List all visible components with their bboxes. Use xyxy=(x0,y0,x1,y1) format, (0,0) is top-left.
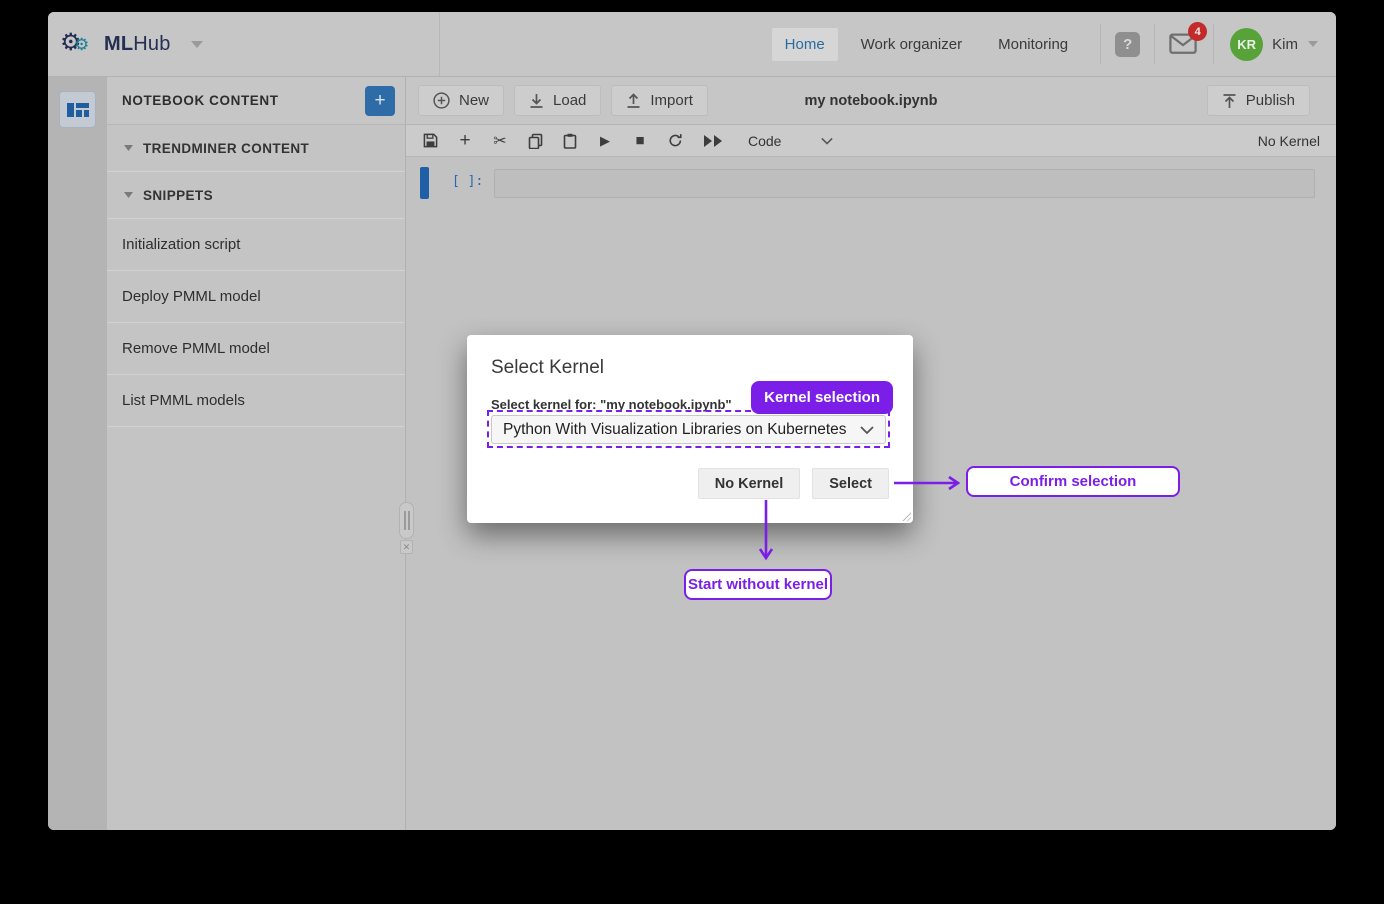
user-avatar[interactable]: KR xyxy=(1230,27,1264,61)
selected-cell-indicator xyxy=(420,167,429,199)
user-name: Kim xyxy=(1272,35,1298,53)
stop-icon[interactable]: ■ xyxy=(631,132,649,150)
import-label: Import xyxy=(650,92,693,109)
kernel-selection-annotation-badge: Kernel selection xyxy=(751,381,893,414)
tab-monitoring[interactable]: Monitoring xyxy=(985,28,1081,61)
mlhub-logo-icon: ⚙ ⚙ xyxy=(60,29,90,56)
notification-count-badge: 4 xyxy=(1188,22,1208,41)
copy-icon[interactable] xyxy=(526,132,544,150)
new-notebook-button[interactable]: New xyxy=(418,85,505,116)
splitter-close-icon[interactable]: ✕ xyxy=(400,540,413,554)
cell-type-value: Code xyxy=(748,132,782,149)
layout-grid-icon xyxy=(66,102,89,117)
import-notebook-button[interactable]: Import xyxy=(611,85,708,116)
cut-icon[interactable]: ✂ xyxy=(491,132,509,150)
section-label: SNIPPETS xyxy=(143,187,213,203)
new-label: New xyxy=(459,92,490,109)
divider xyxy=(1213,24,1215,64)
snippet-initialization-script[interactable]: Initialization script xyxy=(107,219,405,271)
cell-toolbar: + ✂ ▶ ■ Code No Kernel xyxy=(406,125,1336,157)
sidebar-notebook-content: NOTEBOOK CONTENT + TRENDMINER CONTENT SN… xyxy=(107,77,406,830)
restart-kernel-icon[interactable] xyxy=(666,132,684,150)
run-icon[interactable]: ▶ xyxy=(596,132,614,150)
dialog-buttons: No Kernel Select xyxy=(697,468,889,499)
select-kernel-dialog: Select Kernel Select kernel for: "my not… xyxy=(467,335,913,523)
kernel-status: No Kernel xyxy=(1257,132,1320,149)
notebook-filename: my notebook.ipynb xyxy=(804,92,938,109)
chevron-down-icon xyxy=(124,145,133,151)
sidebar-splitter[interactable]: ✕ xyxy=(399,502,414,554)
top-bar: ⚙ ⚙ MLHub Home Work organizer Monitoring … xyxy=(48,12,1336,77)
tab-work-organizer[interactable]: Work organizer xyxy=(848,28,975,61)
no-kernel-button[interactable]: No Kernel xyxy=(697,468,801,499)
snippet-deploy-pmml-model[interactable]: Deploy PMML model xyxy=(107,271,405,323)
load-notebook-button[interactable]: Load xyxy=(514,85,602,116)
tab-home[interactable]: Home xyxy=(771,27,838,61)
kernel-dropdown[interactable]: Python With Visualization Libraries on K… xyxy=(491,415,886,444)
run-all-icon[interactable] xyxy=(701,132,725,150)
splitter-grip-handle[interactable] xyxy=(399,502,414,539)
cell-type-select[interactable]: Code xyxy=(748,132,834,149)
publish-icon xyxy=(1223,93,1236,108)
dialog-title: Select Kernel xyxy=(491,357,605,378)
sidebar-header: NOTEBOOK CONTENT + xyxy=(107,77,405,125)
kernel-dropdown-value: Python With Visualization Libraries on K… xyxy=(503,420,847,438)
brand[interactable]: ⚙ ⚙ MLHub xyxy=(48,12,440,76)
confirm-selection-annotation: Confirm selection xyxy=(966,466,1180,497)
layout-toggle-button[interactable] xyxy=(59,91,96,128)
section-trendminer-content[interactable]: TRENDMINER CONTENT xyxy=(107,125,405,172)
load-label: Load xyxy=(553,92,587,109)
snippet-remove-pmml-model[interactable]: Remove PMML model xyxy=(107,323,405,375)
brand-name: MLHub xyxy=(104,33,171,56)
section-label: TRENDMINER CONTENT xyxy=(143,140,310,156)
publish-label: Publish xyxy=(1245,92,1295,109)
cell-prompt: [ ]: xyxy=(452,174,484,189)
top-bar-right: Home Work organizer Monitoring ? 4 KR Ki… xyxy=(767,12,1336,76)
user-menu-chevron-down-icon[interactable] xyxy=(1308,41,1318,47)
chevron-down-icon xyxy=(124,192,133,198)
start-without-kernel-arrow xyxy=(758,500,774,561)
screenshot-stage: ⚙ ⚙ MLHub Home Work organizer Monitoring … xyxy=(0,0,1384,904)
upload-icon xyxy=(627,92,640,108)
add-notebook-button[interactable]: + xyxy=(365,85,395,116)
brand-ml: ML xyxy=(104,32,134,55)
publish-button[interactable]: Publish xyxy=(1206,85,1310,116)
notebook-header: New Load Import my notebook.ipynb Publis… xyxy=(406,77,1336,125)
confirm-selection-arrow xyxy=(894,475,961,491)
brand-hub: Hub xyxy=(133,32,171,55)
divider xyxy=(1100,24,1102,64)
circle-plus-icon xyxy=(433,92,450,109)
divider xyxy=(1154,24,1156,64)
save-icon[interactable] xyxy=(421,132,439,150)
start-without-kernel-annotation: Start without kernel xyxy=(684,569,832,600)
help-icon[interactable]: ? xyxy=(1115,31,1141,57)
chevron-down-icon xyxy=(821,137,834,145)
notifications-button[interactable]: 4 xyxy=(1169,22,1208,57)
section-snippets[interactable]: SNIPPETS xyxy=(107,172,405,219)
chevron-down-icon xyxy=(860,425,874,434)
download-icon xyxy=(530,93,543,108)
code-cell-input[interactable] xyxy=(494,169,1315,198)
brand-chevron-down-icon[interactable] xyxy=(190,40,203,48)
mlhub-app-window: ⚙ ⚙ MLHub Home Work organizer Monitoring … xyxy=(48,12,1336,830)
left-rail xyxy=(48,77,107,830)
select-kernel-button[interactable]: Select xyxy=(812,468,889,499)
snippet-list-pmml-models[interactable]: List PMML models xyxy=(107,375,405,427)
dialog-resize-handle[interactable] xyxy=(901,511,911,521)
add-cell-icon[interactable]: + xyxy=(456,130,474,151)
sidebar-title: NOTEBOOK CONTENT xyxy=(122,93,279,108)
paste-icon[interactable] xyxy=(561,132,579,150)
